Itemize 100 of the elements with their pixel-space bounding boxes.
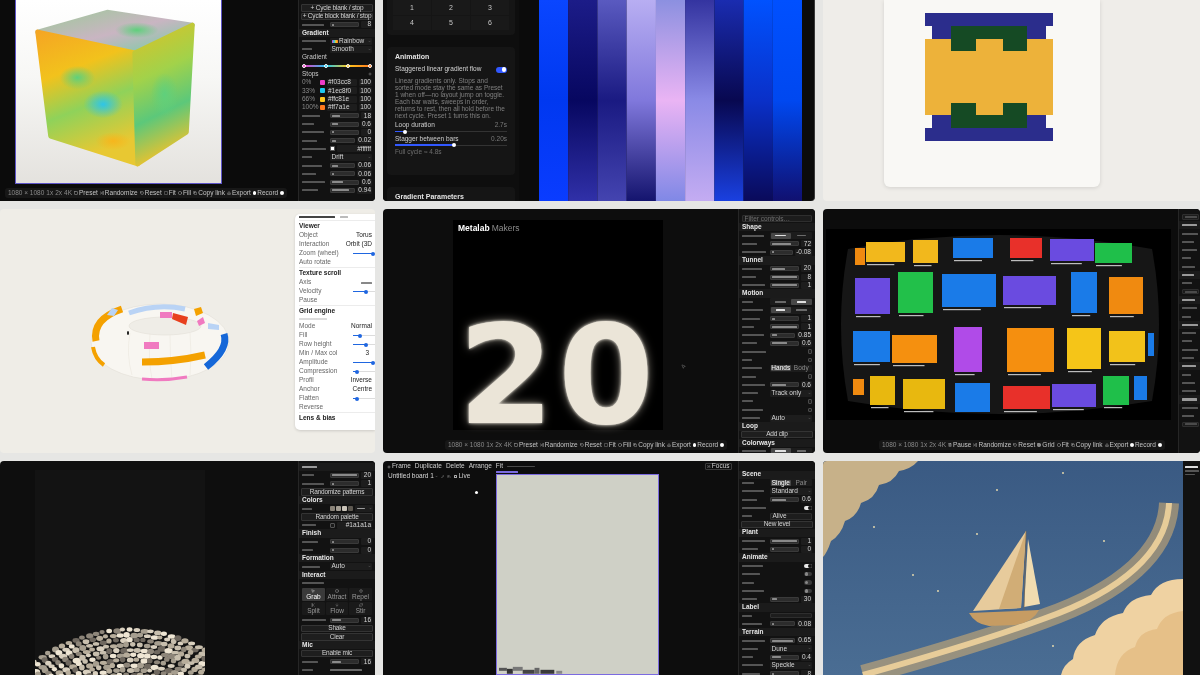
slider-track[interactable]: [330, 481, 359, 487]
section-header[interactable]: [1179, 362, 1200, 371]
toggle-switch[interactable]: [804, 505, 812, 511]
gallery-tile[interactable]: [1007, 328, 1054, 372]
gallery-tile[interactable]: [1109, 331, 1145, 362]
slider-track[interactable]: [330, 22, 359, 28]
slider-track[interactable]: [353, 333, 375, 338]
gallery-tile[interactable]: [855, 248, 865, 265]
swatch-icon[interactable]: [348, 506, 353, 511]
gallery-tile[interactable]: [892, 335, 937, 363]
slider-track[interactable]: [770, 241, 799, 247]
slider-track[interactable]: [330, 113, 359, 119]
swatch-icon[interactable]: [336, 506, 341, 511]
swatch-icon[interactable]: [342, 506, 347, 511]
gallery-tile[interactable]: [913, 240, 938, 263]
slider-track[interactable]: [330, 659, 359, 665]
section-header[interactable]: [299, 462, 375, 472]
square-icon: [514, 443, 519, 447]
search-field[interactable]: [1182, 288, 1199, 295]
search-field[interactable]: [1182, 421, 1199, 428]
segment-option[interactable]: [770, 448, 791, 453]
gallery-tile[interactable]: [1071, 272, 1097, 313]
artboard[interactable]: [496, 474, 659, 675]
slider-track[interactable]: [330, 547, 359, 553]
swatch-icon[interactable]: [320, 88, 325, 94]
toggle-switch[interactable]: [804, 580, 812, 585]
gallery-tile[interactable]: [903, 379, 945, 409]
slider-track[interactable]: [770, 596, 799, 602]
checkbox[interactable]: [807, 374, 812, 379]
gallery-tile[interactable]: [898, 272, 933, 313]
gallery-tile[interactable]: [1095, 243, 1132, 263]
gallery-tile[interactable]: [870, 376, 895, 405]
section-header[interactable]: [1179, 295, 1200, 305]
checkbox[interactable]: [807, 399, 812, 404]
slider-track[interactable]: [330, 617, 359, 623]
checkbox[interactable]: [807, 357, 812, 363]
gallery-tile[interactable]: [1067, 328, 1101, 369]
slider-track[interactable]: [395, 143, 507, 147]
slider-thumb[interactable]: [371, 251, 375, 256]
dropdown[interactable]: [361, 281, 372, 284]
section-header[interactable]: [1179, 320, 1200, 329]
slider-track[interactable]: [353, 289, 375, 294]
gallery-tile[interactable]: [1010, 238, 1042, 258]
gallery-tile[interactable]: [866, 242, 905, 262]
toggle-switch[interactable]: [496, 66, 507, 73]
gradient-stop-handle[interactable]: [346, 64, 350, 69]
slider-thumb[interactable]: [452, 143, 457, 147]
gallery-tile[interactable]: [1103, 376, 1129, 405]
toggle-switch[interactable]: [804, 571, 812, 577]
swatch-icon[interactable]: [320, 80, 325, 86]
gallery-tile[interactable]: [942, 274, 996, 307]
gradient-stop-handle[interactable]: [324, 64, 328, 69]
swatch-icon[interactable]: [320, 96, 325, 102]
dropdown[interactable]: [355, 505, 373, 512]
gallery-tile[interactable]: [1050, 239, 1094, 261]
gallery-tile[interactable]: [853, 379, 864, 395]
segment-option[interactable]: [770, 232, 791, 239]
swatch-icon[interactable]: [320, 105, 325, 110]
slider-track[interactable]: [770, 266, 799, 272]
slider-track[interactable]: [353, 396, 375, 401]
gallery-tile[interactable]: [954, 327, 982, 372]
slider-track[interactable]: [353, 369, 375, 374]
swatch-icon[interactable]: [330, 146, 335, 152]
slider-thumb[interactable]: [403, 129, 408, 134]
download-icon: [1104, 443, 1109, 447]
toggle-switch[interactable]: [804, 588, 812, 594]
swatch-icon[interactable]: [330, 506, 335, 511]
toggle-switch[interactable]: [804, 563, 812, 569]
slider-track[interactable]: [770, 546, 799, 552]
slider-thumb[interactable]: [363, 342, 368, 347]
text-field[interactable]: [770, 612, 812, 619]
slider-track[interactable]: [330, 129, 359, 135]
gallery-tile[interactable]: [1052, 384, 1096, 407]
slider-track[interactable]: [353, 342, 375, 347]
section-header[interactable]: [1179, 395, 1200, 404]
gallery-tile[interactable]: [953, 238, 993, 258]
section-header[interactable]: [1179, 221, 1200, 230]
segment-option[interactable]: [770, 307, 791, 314]
gallery-tile[interactable]: [1003, 386, 1050, 409]
segment-option[interactable]: [791, 298, 812, 305]
gallery-tile[interactable]: [853, 331, 890, 362]
slider-thumb[interactable]: [371, 360, 375, 365]
search-field[interactable]: [1182, 214, 1199, 220]
gallery-tile[interactable]: [855, 278, 890, 314]
slider-thumb[interactable]: [363, 289, 368, 294]
gradient-stop-handle[interactable]: [302, 64, 306, 69]
checkbox[interactable]: [807, 407, 812, 412]
gradient-bar[interactable]: [304, 65, 370, 68]
gallery-tile[interactable]: [1109, 277, 1143, 314]
gallery-tile[interactable]: [1134, 376, 1147, 400]
gallery-tile[interactable]: [1148, 333, 1154, 356]
section-header[interactable]: [1179, 270, 1200, 280]
checkbox[interactable]: [807, 349, 812, 354]
slider-thumb[interactable]: [357, 333, 362, 338]
slider-track[interactable]: [770, 316, 799, 321]
swatch-icon[interactable]: [330, 522, 335, 528]
gallery-tile[interactable]: [1003, 276, 1056, 305]
gradient-stop-handle[interactable]: [368, 64, 372, 69]
slider-track[interactable]: [330, 539, 359, 545]
gallery-tile[interactable]: [955, 383, 990, 412]
